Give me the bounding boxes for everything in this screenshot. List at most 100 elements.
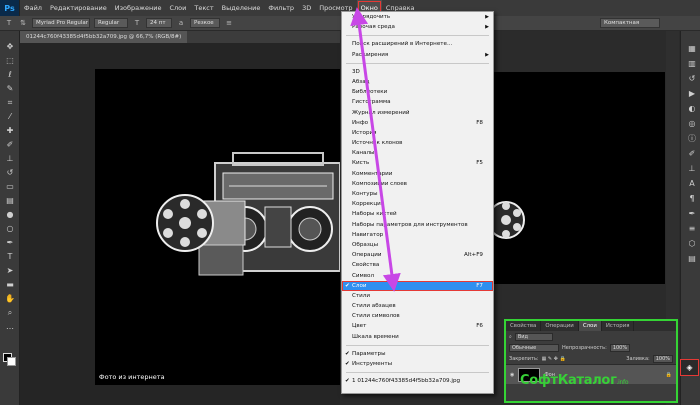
paths-panel-icon[interactable]: ✒ bbox=[685, 208, 699, 220]
document-tab[interactable]: 01244c760f43385d4f5bb32a709.jpg @ 66,7% … bbox=[20, 31, 188, 43]
window-menu-item[interactable]: Поиск расширений в Интернете... bbox=[342, 39, 493, 49]
align-left-icon[interactable]: ≡ bbox=[224, 18, 234, 28]
blend-mode-select[interactable]: Обычные bbox=[509, 343, 559, 352]
adjustments-panel-icon[interactable]: ◐ bbox=[685, 103, 699, 115]
hand-tool-icon[interactable]: ✋ bbox=[3, 292, 17, 305]
history-brush-tool-icon[interactable]: ↺ bbox=[3, 166, 17, 179]
menu-image[interactable]: Изображение bbox=[111, 0, 166, 16]
tab-properties[interactable]: Свойства bbox=[506, 321, 542, 331]
history-panel-icon[interactable]: ↺ bbox=[685, 73, 699, 85]
menu-edit[interactable]: Редактирование bbox=[46, 0, 111, 16]
extra-tools-icon[interactable]: … bbox=[3, 320, 17, 333]
window-menu-item[interactable]: Журнал измерений bbox=[342, 108, 493, 118]
3d-panel-icon[interactable]: ⬡ bbox=[685, 238, 699, 250]
color-panel-icon[interactable]: ▦ bbox=[685, 43, 699, 55]
brush-tool-icon[interactable]: ✐ bbox=[3, 138, 17, 151]
properties-panel-icon[interactable]: ▤ bbox=[685, 253, 699, 265]
window-menu-item[interactable]: Навигатор bbox=[342, 230, 493, 240]
window-menu-item[interactable]: Рабочая среда ▶ bbox=[342, 22, 493, 32]
type-tool-icon[interactable]: T bbox=[4, 18, 14, 28]
antialias-select[interactable]: Резкое bbox=[190, 18, 220, 28]
window-menu-item[interactable]: Расширения ▶ bbox=[342, 50, 493, 60]
zoom-tool-icon[interactable]: ⌕ bbox=[3, 306, 17, 319]
window-menu-item[interactable]: Контуры bbox=[342, 189, 493, 199]
window-menu-item[interactable]: Стили bbox=[342, 291, 493, 301]
path-select-tool-icon[interactable]: ➤ bbox=[3, 264, 17, 277]
kind-filter-select[interactable]: Вид bbox=[514, 332, 553, 341]
window-menu-item[interactable]: ✔ 1 01244c760f43385d4f5bb32a709.jpg bbox=[342, 376, 493, 386]
character-panel-icon[interactable]: A bbox=[685, 178, 699, 190]
marquee-tool-icon[interactable]: ⬚ bbox=[3, 54, 17, 67]
workspace-select[interactable]: Компактная bbox=[600, 18, 660, 28]
styles-panel-icon[interactable]: ◎ bbox=[685, 118, 699, 130]
font-style-select[interactable]: Regular bbox=[94, 18, 128, 28]
clone-source-panel-icon[interactable]: ⊥ bbox=[685, 163, 699, 175]
eraser-tool-icon[interactable]: ▭ bbox=[3, 180, 17, 193]
window-menu-item[interactable]: Цвет F6 bbox=[342, 321, 493, 331]
blur-tool-icon[interactable]: ● bbox=[3, 208, 17, 221]
window-menu-item[interactable]: ✔ Слои F7 bbox=[342, 280, 493, 291]
move-tool-icon[interactable]: ✥ bbox=[3, 40, 17, 53]
window-menu-item[interactable]: Коррекция bbox=[342, 199, 493, 209]
window-menu-item[interactable]: Библиотеки bbox=[342, 87, 493, 97]
window-menu-item[interactable]: Источник клонов bbox=[342, 138, 493, 148]
pen-tool-icon[interactable]: ✒ bbox=[3, 236, 17, 249]
window-menu-item[interactable]: Символ bbox=[342, 271, 493, 281]
window-menu-item[interactable]: Абзац bbox=[342, 77, 493, 87]
window-menu-item[interactable]: История bbox=[342, 128, 493, 138]
menu-select[interactable]: Выделение bbox=[218, 0, 265, 16]
eye-icon[interactable]: ◉ bbox=[510, 372, 514, 378]
tab-history[interactable]: История bbox=[602, 321, 635, 331]
window-menu-item[interactable]: Каналы bbox=[342, 148, 493, 158]
stamp-tool-icon[interactable]: ⊥ bbox=[3, 152, 17, 165]
window-menu-item[interactable]: Свойства bbox=[342, 260, 493, 270]
opacity-field[interactable]: 100% bbox=[609, 343, 631, 352]
menu-filter[interactable]: Фильтр bbox=[264, 0, 298, 16]
menu-3d[interactable]: 3D bbox=[298, 0, 315, 16]
window-menu-item[interactable]: Операции Alt+F9 bbox=[342, 250, 493, 260]
tab-layers[interactable]: Слои bbox=[578, 321, 602, 331]
crop-tool-icon[interactable]: ⌗ bbox=[3, 96, 17, 109]
window-menu-item[interactable]: 3D bbox=[342, 67, 493, 77]
background-color-swatch[interactable] bbox=[7, 357, 16, 366]
document-canvas[interactable]: Фото из интернета bbox=[95, 69, 340, 385]
lasso-tool-icon[interactable]: ℓ bbox=[3, 68, 17, 81]
window-menu-item[interactable]: Комментарии bbox=[342, 169, 493, 179]
eyedropper-tool-icon[interactable]: ⁄ bbox=[3, 110, 17, 123]
window-menu-item[interactable]: Наборы кистей bbox=[342, 209, 493, 219]
font-family-select[interactable]: Myriad Pro Regular bbox=[32, 18, 90, 28]
window-menu-item[interactable]: Образцы bbox=[342, 240, 493, 250]
window-menu-item[interactable]: Шкала времени bbox=[342, 332, 493, 342]
lock-icons[interactable]: ▦ ✎ ✥ 🔒 bbox=[542, 356, 566, 362]
tab-actions[interactable]: Операции bbox=[541, 321, 579, 331]
channels-panel-icon[interactable]: ≡ bbox=[685, 223, 699, 235]
window-menu-item[interactable]: Стили символов bbox=[342, 311, 493, 321]
shape-tool-icon[interactable]: ▬ bbox=[3, 278, 17, 291]
text-orientation-icon[interactable]: ⇅ bbox=[18, 18, 28, 28]
window-menu-item[interactable]: Композиции слоев bbox=[342, 179, 493, 189]
paragraph-panel-icon[interactable]: ¶ bbox=[685, 193, 699, 205]
menu-file[interactable]: Файл bbox=[20, 0, 46, 16]
layers-panel-icon[interactable]: ◈ bbox=[680, 359, 699, 376]
window-menu-item[interactable]: Гистограмма bbox=[342, 97, 493, 107]
brush-panel-icon[interactable]: ✐ bbox=[685, 148, 699, 160]
window-menu-item[interactable]: Инфо F8 bbox=[342, 118, 493, 128]
healing-tool-icon[interactable]: ✚ bbox=[3, 124, 17, 137]
window-menu-item[interactable]: Кисть F5 bbox=[342, 158, 493, 168]
type-tool-icon[interactable]: T bbox=[3, 250, 17, 263]
quick-select-tool-icon[interactable]: ✎ bbox=[3, 82, 17, 95]
font-size-select[interactable]: 24 пт bbox=[146, 18, 172, 28]
dodge-tool-icon[interactable]: ○ bbox=[3, 222, 17, 235]
window-menu-item[interactable]: ✔ Параметры bbox=[342, 349, 493, 359]
actions-panel-icon[interactable]: ▶ bbox=[685, 88, 699, 100]
menu-type[interactable]: Текст bbox=[190, 0, 217, 16]
swatches-panel-icon[interactable]: ▥ bbox=[685, 58, 699, 70]
window-menu-item[interactable]: Наборы параметров для инструментов bbox=[342, 220, 493, 230]
info-panel-icon[interactable]: ⓘ bbox=[685, 133, 699, 145]
window-menu-item[interactable]: Стили абзацев bbox=[342, 301, 493, 311]
window-menu-item[interactable]: ✔ Инструменты bbox=[342, 359, 493, 369]
window-menu-item[interactable]: Упорядочить ▶ bbox=[342, 12, 493, 22]
gradient-tool-icon[interactable]: ▤ bbox=[3, 194, 17, 207]
menu-layers[interactable]: Слои bbox=[165, 0, 190, 16]
fill-field[interactable]: 100% bbox=[652, 354, 673, 363]
